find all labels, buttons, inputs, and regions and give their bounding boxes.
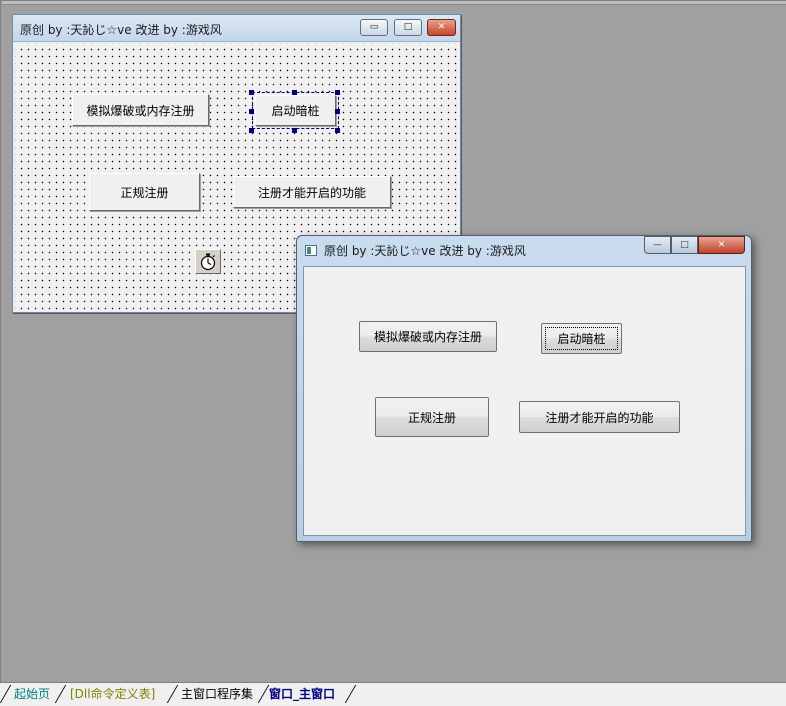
maximize-icon: □ (680, 240, 689, 250)
selection-handle[interactable] (335, 109, 340, 114)
selection-handle[interactable] (335, 90, 340, 95)
registered-feature-button[interactable]: 注册才能开启的功能 (519, 401, 680, 433)
design-close-button[interactable]: ✕ (427, 19, 456, 36)
selection-frame (252, 92, 339, 129)
design-registered-feature-button[interactable]: 注册才能开启的功能 (233, 176, 391, 208)
preview-maximize-button[interactable]: □ (671, 236, 698, 254)
preview-window-title: 原创 by :天訫じ☆ve 改进 by :游戏风 (324, 244, 526, 258)
stopwatch-icon[interactable] (195, 249, 221, 274)
app-icon (305, 245, 317, 256)
design-maximize-button[interactable]: □ (394, 19, 422, 36)
close-icon: ✕ (437, 22, 446, 32)
tab-dll-command-table[interactable]: [Dll命令定义表] (60, 685, 165, 703)
selection-handle[interactable] (249, 90, 254, 95)
design-formal-register-button[interactable]: 正规注册 (89, 173, 200, 211)
preview-window[interactable]: 原创 by :天訫じ☆ve 改进 by :游戏风 — □ ✕ 模拟爆破或内存注册… (296, 235, 752, 542)
formal-register-button[interactable]: 正规注册 (375, 397, 489, 437)
tab-window-main-window[interactable]: 窗口_主窗口 (259, 685, 345, 703)
design-form-titlebar[interactable]: 原创 by :天訫じ☆ve 改进 by :游戏风 ▭ □ ✕ (13, 15, 460, 42)
preview-minimize-button[interactable]: — (644, 236, 671, 254)
tab-main-window-assembly[interactable]: 主窗口程序集 (171, 685, 263, 703)
selection-handle[interactable] (292, 90, 297, 95)
minimize-icon: — (653, 240, 662, 250)
maximize-icon: □ (403, 22, 413, 32)
selection-handle[interactable] (292, 128, 297, 133)
selection-handle[interactable] (335, 128, 340, 133)
bottom-tab-strip: 起始页 [Dll命令定义表] 主窗口程序集 窗口_主窗口 (0, 682, 786, 706)
canvas-top-ruler (2, 1, 786, 5)
preview-client-area: 模拟爆破或内存注册 启动暗桩 正规注册 注册才能开启的功能 (303, 266, 746, 536)
start-hidden-button[interactable]: 启动暗桩 (541, 323, 622, 354)
tab-separator (344, 685, 357, 703)
designer-canvas: 原创 by :天訫じ☆ve 改进 by :游戏风 ▭ □ ✕ 模拟爆破或内存注册… (0, 0, 786, 682)
design-form-title: 原创 by :天訫じ☆ve 改进 by :游戏风 (20, 23, 222, 37)
minimize-icon: ▭ (369, 22, 379, 32)
design-minimize-button[interactable]: ▭ (360, 19, 388, 36)
tab-start-page[interactable]: 起始页 (4, 685, 60, 703)
selection-handle[interactable] (249, 128, 254, 133)
close-icon: ✕ (717, 240, 726, 250)
simulate-crack-button[interactable]: 模拟爆破或内存注册 (359, 321, 497, 352)
preview-close-button[interactable]: ✕ (698, 236, 745, 254)
design-simulate-crack-button[interactable]: 模拟爆破或内存注册 (72, 94, 209, 126)
selection-handle[interactable] (249, 109, 254, 114)
